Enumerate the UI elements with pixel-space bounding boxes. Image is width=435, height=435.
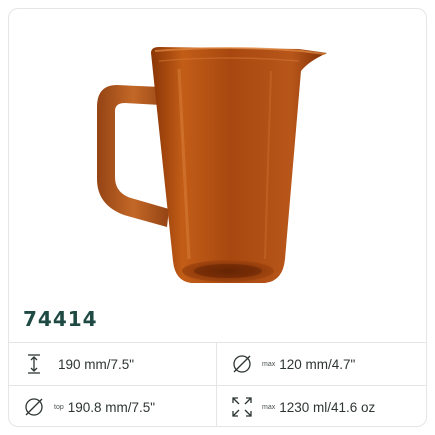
spec-prefix: max xyxy=(262,403,276,411)
spec-grid: 190 mm/7.5" max 120 mm/4.7" top 190.8 mm… xyxy=(9,342,426,426)
product-card: 74414 190 mm/7.5" max 120 mm/4.7" top 19… xyxy=(8,8,427,427)
product-code: 74414 xyxy=(23,307,98,331)
divider xyxy=(216,342,217,426)
product-image[interactable] xyxy=(9,9,426,304)
spec-value: 190 mm/7.5" xyxy=(58,356,135,372)
spec-height: 190 mm/7.5" xyxy=(23,343,134,385)
spec-value: 190.8 mm/7.5" xyxy=(67,399,156,415)
diameter-icon xyxy=(233,355,251,373)
spec-top-diameter: top 190.8 mm/7.5" xyxy=(23,386,156,426)
spec-prefix: top xyxy=(54,403,64,411)
amber-glass-pitcher-image xyxy=(97,47,327,283)
spec-prefix: max xyxy=(262,360,276,368)
diameter-icon xyxy=(25,398,43,416)
expand-arrows-icon xyxy=(232,397,252,417)
spec-value: 1230 ml/41.6 oz xyxy=(279,399,376,415)
spec-max-diameter: max 120 mm/4.7" xyxy=(231,343,355,385)
spec-value: 120 mm/4.7" xyxy=(279,356,356,372)
height-icon xyxy=(28,354,40,374)
spec-capacity: max 1230 ml/41.6 oz xyxy=(231,386,376,426)
